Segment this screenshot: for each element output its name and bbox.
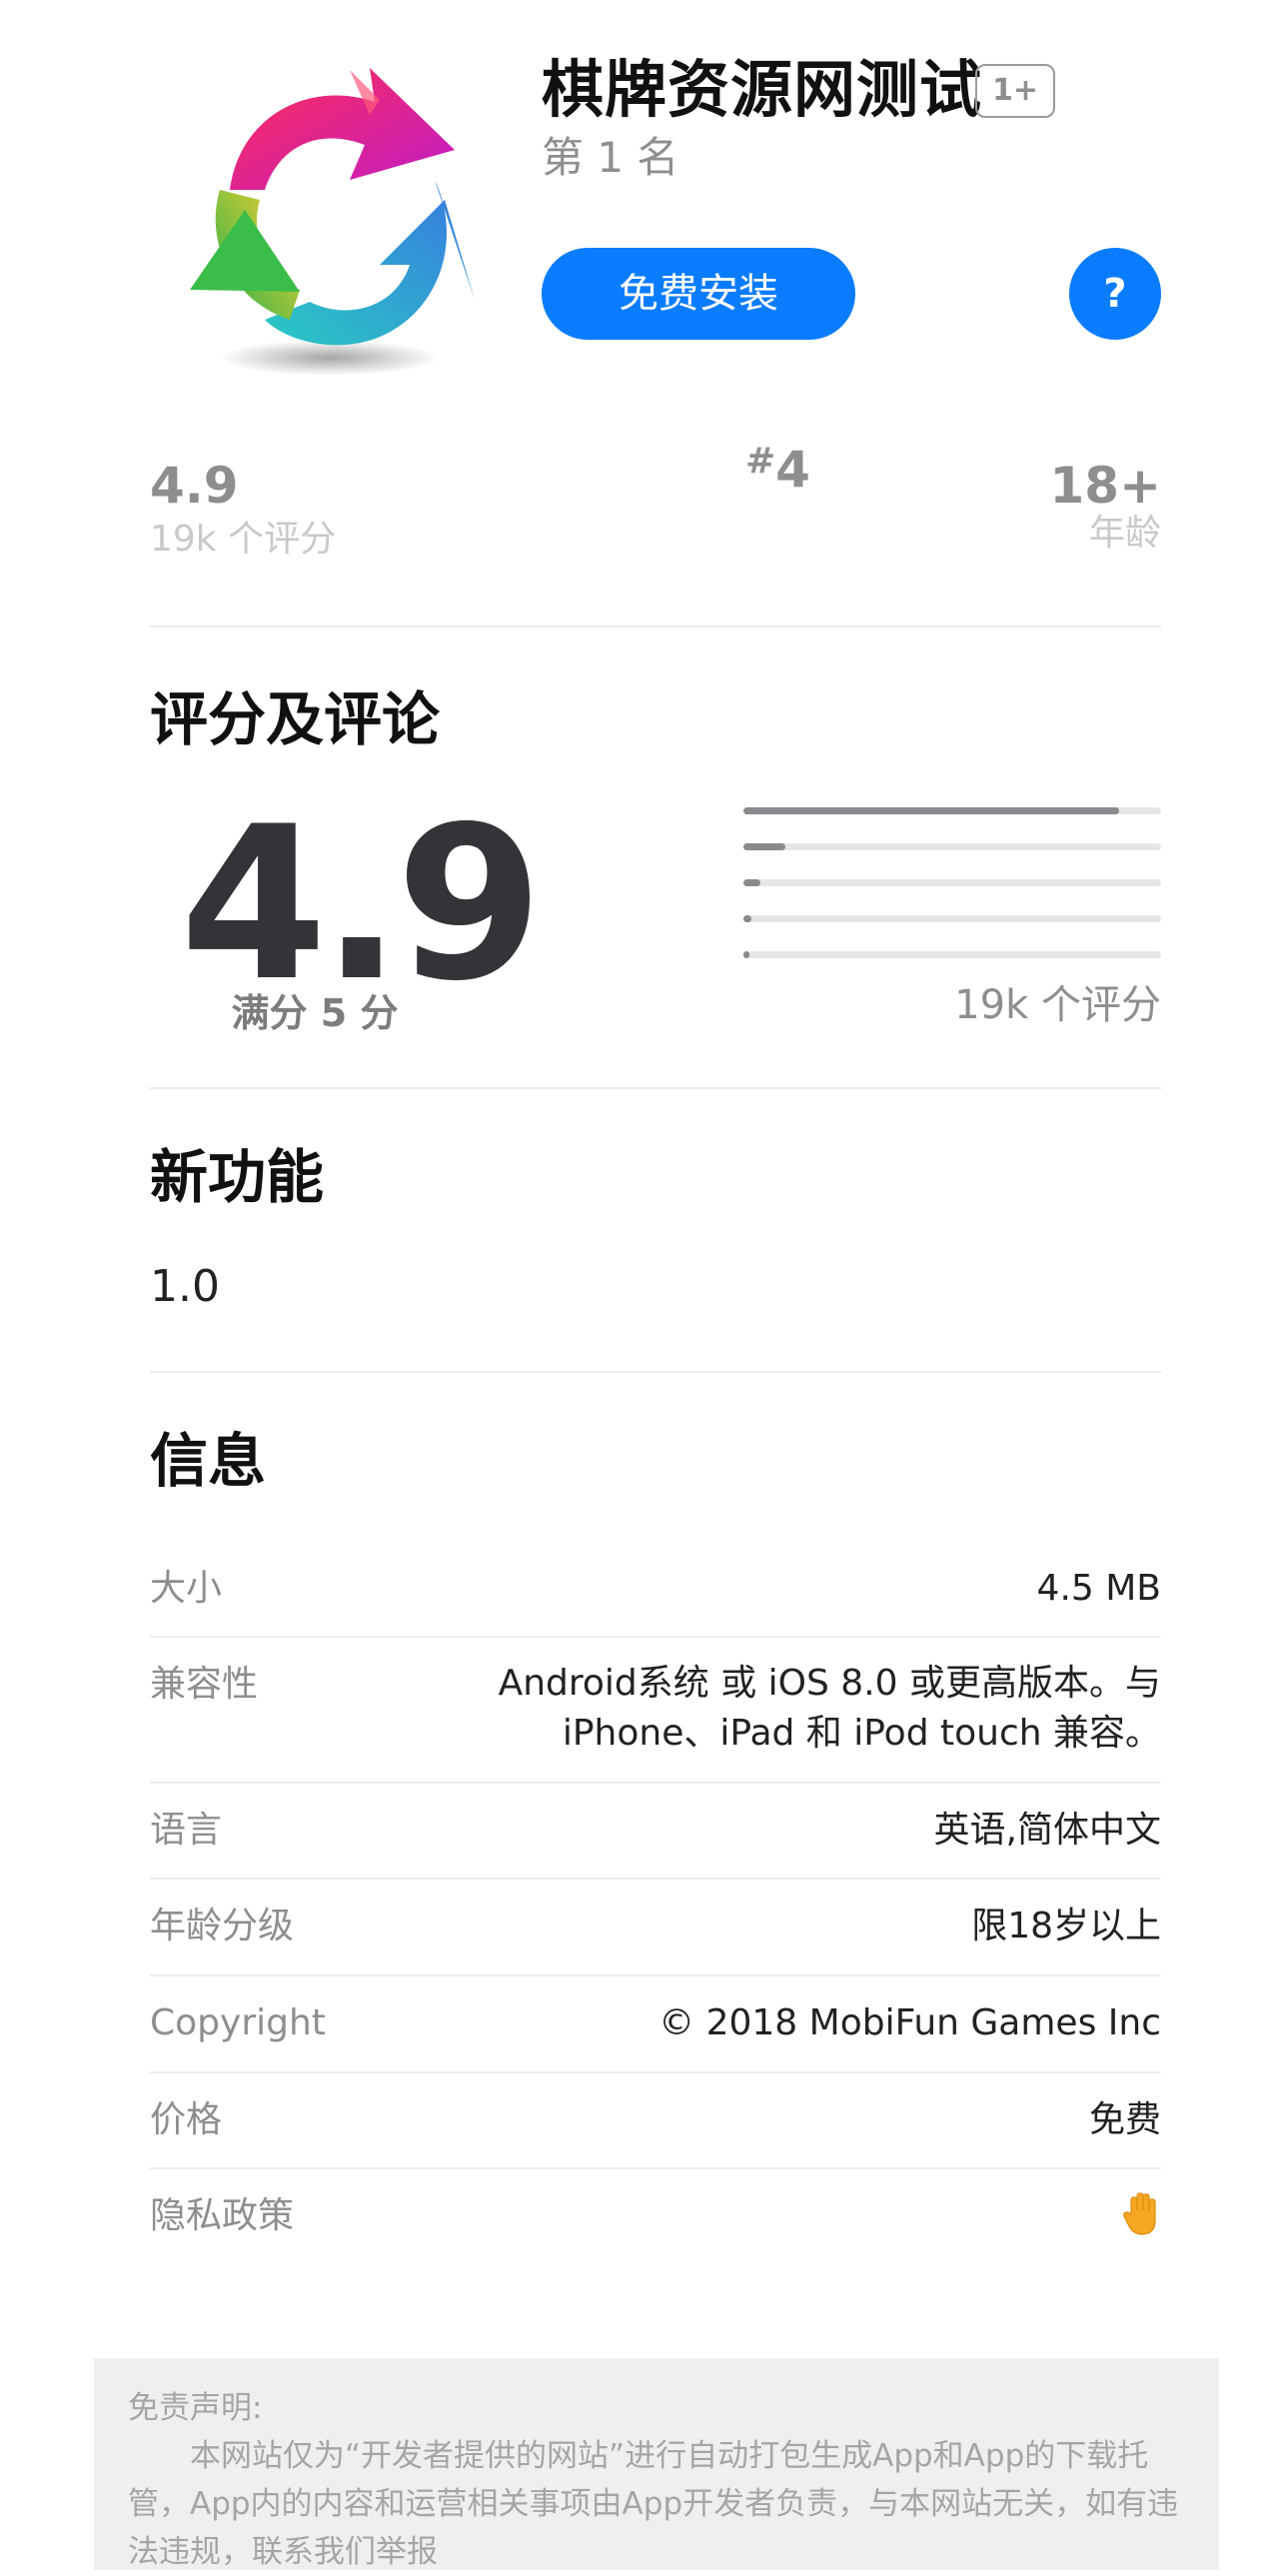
rating-out-of: 满分 5 分 xyxy=(231,991,399,1035)
row-divider xyxy=(150,1878,1161,1880)
app-title: 棋牌资源网测试 xyxy=(542,53,983,126)
install-button[interactable]: 免费安装 xyxy=(542,248,855,340)
compatibility-line-1: Android系统 或 iOS 8.0 或更高版本。与 xyxy=(498,1663,1161,1704)
stat-rating-value: 4.9 xyxy=(150,457,239,515)
compatibility-line-2: iPhone、iPad 和 iPod touch 兼容。 xyxy=(562,1713,1161,1754)
rating-bar-4-star xyxy=(743,843,1161,850)
app-icon xyxy=(170,40,490,385)
stat-age-label: 年龄 xyxy=(1088,513,1161,554)
info-value-language: 英语,简体中文 xyxy=(933,1810,1161,1851)
row-divider xyxy=(150,1782,1161,1784)
help-button[interactable]: ? xyxy=(1069,248,1161,340)
divider xyxy=(150,626,1161,628)
info-value-size: 4.5 MB xyxy=(1036,1568,1161,1609)
rating-bar-fill xyxy=(743,807,1120,814)
row-divider xyxy=(150,1636,1161,1638)
ratings-count: 19k 个评分 xyxy=(954,982,1161,1028)
stat-rank: #4 xyxy=(745,440,810,500)
big-rating-score: 4.9 xyxy=(180,780,544,1027)
info-value-age-rating: 限18岁以上 xyxy=(971,1906,1161,1946)
disclaimer-title: 免责声明: xyxy=(128,2390,263,2426)
rating-bar-fill xyxy=(743,879,760,886)
rating-bar-5-star xyxy=(743,807,1161,814)
info-value-price: 免费 xyxy=(1088,2099,1161,2140)
rating-bar-fill xyxy=(743,951,750,958)
info-label-price: 价格 xyxy=(150,2099,223,2140)
app-detail-page: 棋牌资源网测试 1+ 第 1 名 免费安装 ? 4.9 19k 个评分 #4 1… xyxy=(0,0,1285,2570)
rating-bar-1-star xyxy=(743,951,1161,958)
info-label-size: 大小 xyxy=(150,1568,223,1609)
row-divider xyxy=(150,2071,1161,2073)
raised-hand-icon[interactable] xyxy=(1123,2192,1161,2247)
disclaimer-panel: 免责声明: 本网站仅为“开发者提供的网站”进行自动打包生成App和App的下载托… xyxy=(94,2358,1219,2570)
whats-new-version: 1.0 xyxy=(150,1261,220,1312)
info-label-age-rating: 年龄分级 xyxy=(150,1906,295,1946)
rank-subtitle: 第 1 名 xyxy=(542,133,679,182)
age-badge: 1+ xyxy=(975,64,1055,118)
stat-rating-count: 19k 个评分 xyxy=(150,519,337,560)
rating-bar-fill xyxy=(743,843,785,850)
ratings-section-title: 评分及评论 xyxy=(150,685,441,753)
whats-new-title: 新功能 xyxy=(150,1143,325,1211)
divider xyxy=(150,1371,1161,1373)
info-label-compatibility: 兼容性 xyxy=(150,1664,259,1705)
disclaimer-body: 本网站仅为“开发者提供的网站”进行自动打包生成App和App的下载托管，App内… xyxy=(128,2438,1179,2570)
divider xyxy=(150,1087,1161,1089)
rating-bar-2-star xyxy=(743,915,1161,922)
info-label-language: 语言 xyxy=(150,1810,223,1851)
info-value-copyright: © 2018 MobiFun Games Inc xyxy=(658,2002,1161,2043)
info-section-title: 信息 xyxy=(150,1427,267,1495)
stat-age-value: 18+ xyxy=(1049,457,1161,515)
info-label-privacy: 隐私政策 xyxy=(150,2195,295,2236)
row-divider xyxy=(150,2167,1161,2169)
rank-number: 4 xyxy=(775,441,810,499)
rating-bar-fill xyxy=(743,915,752,922)
row-divider xyxy=(150,1974,1161,1976)
info-value-compatibility: Android系统 或 iOS 8.0 或更高版本。与 iPhone、iPad … xyxy=(462,1659,1161,1759)
info-label-copyright: Copyright xyxy=(150,2002,326,2043)
rating-bar-3-star xyxy=(743,879,1161,886)
rank-hash: # xyxy=(745,441,776,482)
